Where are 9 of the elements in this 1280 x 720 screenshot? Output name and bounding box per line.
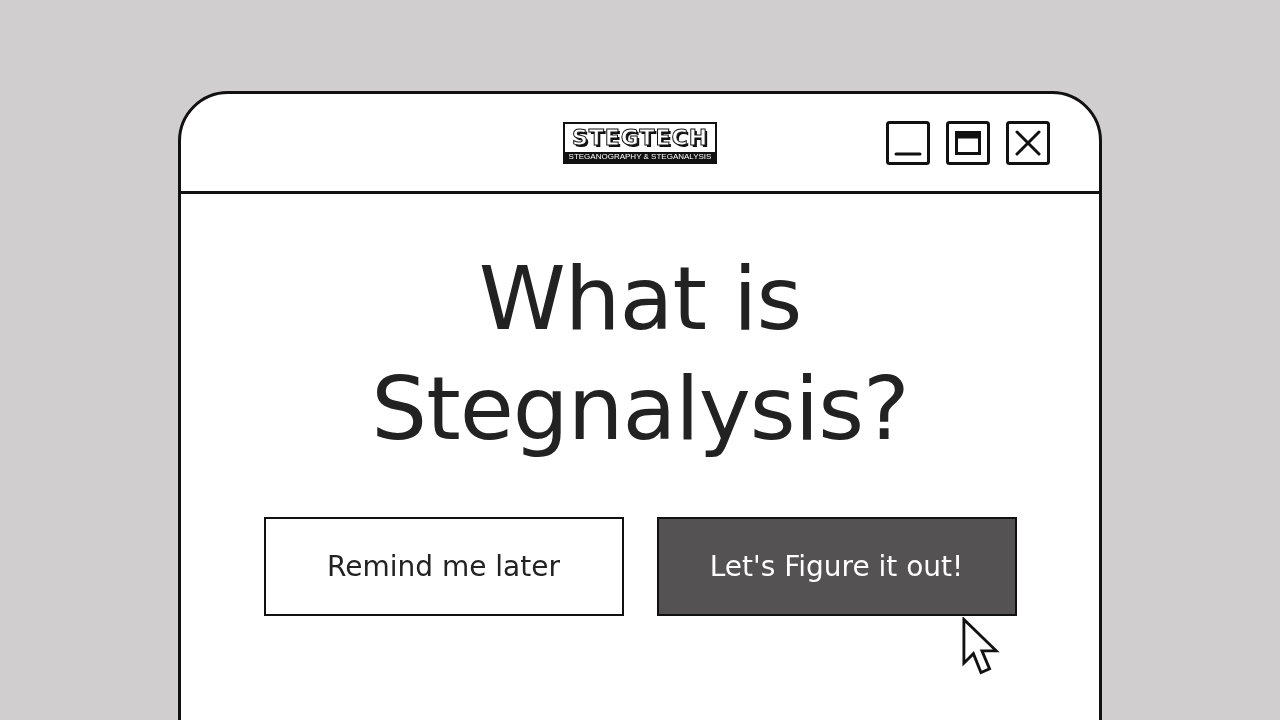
logo-title: STEGTECH — [570, 123, 710, 152]
minimize-icon[interactable] — [886, 120, 930, 165]
maximize-icon[interactable] — [946, 120, 990, 165]
primary-button[interactable]: Let's Figure it out! — [656, 517, 1017, 616]
mouse-pointer-icon — [962, 617, 1000, 677]
secondary-button[interactable]: Remind me later — [263, 517, 624, 616]
logo-tagline: STEGANOGRAPHY & STEGANALYSIS — [565, 151, 715, 162]
heading: What is Stegnalysis? — [370, 246, 910, 462]
close-icon[interactable] — [1006, 120, 1050, 165]
